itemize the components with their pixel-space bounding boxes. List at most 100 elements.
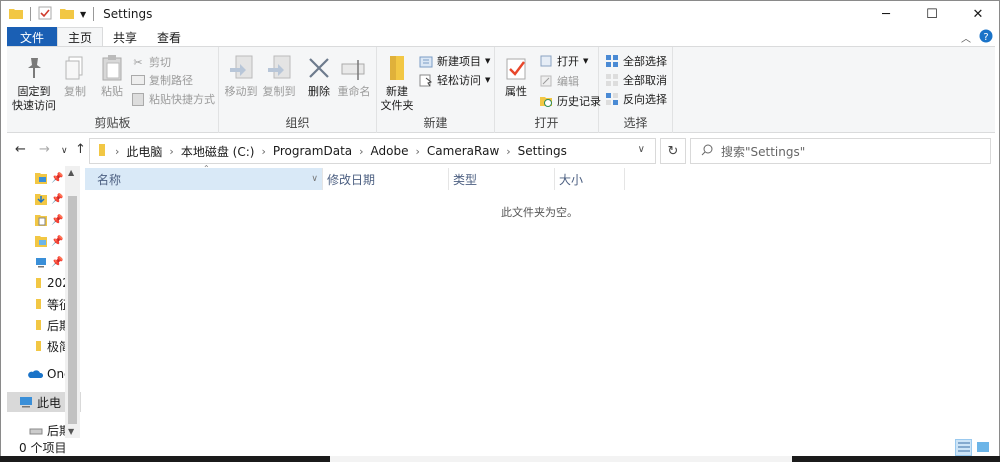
- navigation-scrollbar[interactable]: ▲ ▼: [65, 166, 80, 438]
- delete-button[interactable]: 删除: [307, 53, 331, 99]
- taskbar-edge: [0, 456, 1000, 462]
- paste-shortcut-label: 粘贴快捷方式: [149, 93, 215, 106]
- breadcrumb-item[interactable]: Settings: [518, 144, 567, 158]
- breadcrumb-item[interactable]: 此电脑: [126, 143, 162, 160]
- easy-access-button[interactable]: 轻松访问 ▼: [419, 71, 490, 89]
- open-button[interactable]: 打开 ▼: [539, 52, 588, 70]
- collapse-ribbon-icon[interactable]: ︿: [961, 30, 971, 45]
- breadcrumb-item[interactable]: ProgramData: [273, 144, 352, 158]
- chevron-right-icon[interactable]: ›: [261, 145, 265, 158]
- copy-to-button[interactable]: 复制到: [261, 53, 297, 99]
- desktop-folder-icon: [35, 173, 47, 184]
- move-to-icon: [226, 53, 256, 83]
- minimize-button[interactable]: ─: [863, 1, 909, 27]
- dropdown-arrow-icon: ▼: [583, 57, 589, 65]
- column-header-size[interactable]: 大小: [547, 168, 625, 190]
- cut-button[interactable]: ✂ 剪切: [131, 53, 171, 71]
- chevron-right-icon[interactable]: ›: [506, 145, 510, 158]
- edit-icon: [539, 74, 553, 88]
- column-header-modified[interactable]: 修改日期: [315, 168, 449, 190]
- select-group: 全部选择 全部取消 反向选择 选择: [599, 47, 673, 133]
- paste-shortcut-button[interactable]: 粘贴快捷方式: [131, 90, 215, 108]
- folder-icon: [36, 320, 41, 330]
- folder-icon: [36, 278, 41, 288]
- pin-quick-access-button[interactable]: 固定到 快速访问: [11, 53, 57, 113]
- window-title: Settings: [103, 7, 153, 21]
- onedrive-cloud-icon: [28, 370, 43, 378]
- help-icon[interactable]: ?: [979, 29, 993, 46]
- forward-arrow-icon[interactable]: →: [39, 142, 50, 157]
- copy-icon: [60, 53, 90, 83]
- breadcrumb-item[interactable]: 本地磁盘 (C:): [181, 143, 255, 160]
- copy-path-button[interactable]: 复制路径: [131, 71, 193, 89]
- search-box[interactable]: 搜索"Settings": [690, 138, 991, 164]
- clipboard-group: 固定到 快速访问 复制 粘贴 ✂ 剪切 复制路径 粘贴快捷方式 剪贴板: [7, 47, 219, 133]
- chevron-right-icon[interactable]: ›: [416, 145, 420, 158]
- move-to-button[interactable]: 移动到: [223, 53, 259, 99]
- column-header-type[interactable]: 类型: [441, 168, 555, 190]
- scroll-up-icon[interactable]: ▲: [68, 168, 74, 177]
- invert-selection-icon: [605, 92, 619, 106]
- new-folder-icon[interactable]: [60, 7, 74, 22]
- scrollbar-thumb[interactable]: [68, 196, 77, 424]
- copy-to-label: 复制到: [262, 85, 296, 98]
- select-none-button[interactable]: 全部取消: [605, 71, 667, 89]
- ribbon-controls: ︿ ?: [961, 29, 993, 46]
- details-view-button[interactable]: [955, 439, 972, 456]
- paste-button[interactable]: 粘贴: [95, 53, 129, 99]
- chevron-down-icon[interactable]: ▼: [80, 10, 86, 19]
- properties-button[interactable]: 属性: [499, 53, 533, 99]
- column-header-name[interactable]: 名称 ⌃ ∨: [85, 164, 323, 190]
- refresh-icon: ↻: [667, 143, 679, 159]
- tab-home[interactable]: 主页: [57, 27, 104, 47]
- address-dropdown-icon[interactable]: ∨: [638, 144, 645, 155]
- copy-to-icon: [264, 53, 294, 83]
- quick-access-toolbar: ▼: [1, 6, 99, 23]
- tab-share[interactable]: 共享: [103, 27, 147, 47]
- rename-button[interactable]: 重命名: [335, 53, 373, 99]
- open-group: 属性 打开 ▼ 编辑 历史记录 打开: [495, 47, 601, 133]
- back-arrow-icon[interactable]: ←: [15, 142, 26, 157]
- breadcrumb-item[interactable]: CameraRaw: [427, 144, 499, 158]
- delete-icon: [304, 53, 334, 83]
- copy-button[interactable]: 复制: [59, 53, 91, 99]
- chevron-right-icon[interactable]: ›: [115, 145, 119, 158]
- chevron-right-icon[interactable]: ›: [359, 145, 363, 158]
- chevron-right-icon[interactable]: ›: [169, 145, 173, 158]
- new-folder-button[interactable]: 新建 文件夹: [379, 53, 415, 113]
- tab-file[interactable]: 文件: [7, 27, 57, 47]
- folder-icon: [98, 143, 108, 160]
- separator: [93, 7, 95, 21]
- cut-label: 剪切: [149, 56, 171, 69]
- up-arrow-icon[interactable]: ↑: [75, 142, 86, 157]
- select-none-label: 全部取消: [623, 74, 667, 87]
- breadcrumb-item[interactable]: Adobe: [371, 144, 409, 158]
- easy-access-icon: [419, 73, 433, 87]
- new-item-button[interactable]: 新建项目 ▼: [419, 52, 490, 70]
- invert-selection-button[interactable]: 反向选择: [605, 90, 667, 108]
- dropdown-arrow-icon: ▼: [485, 57, 491, 65]
- pictures-folder-icon: [35, 236, 47, 247]
- column-header-label: 大小: [559, 172, 584, 187]
- clipboard-group-label: 剪贴板: [94, 116, 131, 130]
- refresh-button[interactable]: ↻: [660, 138, 686, 164]
- close-button[interactable]: ✕: [955, 1, 1000, 27]
- window-controls: ─ ☐ ✕: [863, 1, 1000, 27]
- organize-group: 移动到 复制到 删除 重命名 组织: [219, 47, 377, 133]
- ribbon: 固定到 快速访问 复制 粘贴 ✂ 剪切 复制路径 粘贴快捷方式 剪贴板 移动到: [7, 46, 995, 133]
- tab-view[interactable]: 查看: [147, 27, 191, 47]
- properties-check-icon[interactable]: [38, 6, 52, 23]
- recent-locations-chevron-icon[interactable]: ∨: [61, 146, 68, 156]
- item-count: 0 个项目: [19, 441, 67, 455]
- edit-button[interactable]: 编辑: [539, 72, 579, 90]
- rename-icon: [339, 53, 369, 83]
- empty-folder-message: 此文件夹为空。: [501, 206, 578, 219]
- large-icons-view-button[interactable]: [974, 439, 991, 456]
- scroll-down-icon[interactable]: ▼: [68, 427, 74, 436]
- address-box[interactable]: › 此电脑 › 本地磁盘 (C:) › ProgramData › Adobe …: [89, 138, 656, 164]
- dropdown-arrow-icon: ▼: [485, 76, 491, 84]
- history-button[interactable]: 历史记录: [539, 92, 601, 110]
- maximize-button[interactable]: ☐: [909, 1, 955, 27]
- select-all-button[interactable]: 全部选择: [605, 52, 667, 70]
- new-folder-label: 新建 文件夹: [380, 85, 414, 112]
